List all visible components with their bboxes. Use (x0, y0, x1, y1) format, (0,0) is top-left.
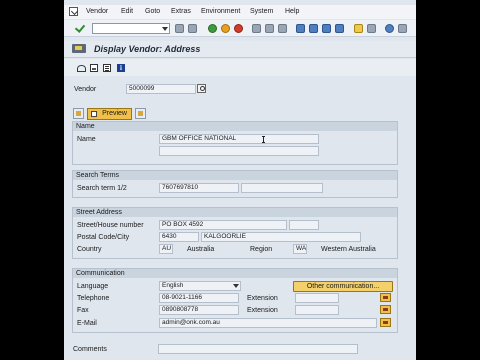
region-code-field[interactable]: WA (293, 244, 307, 254)
menu-help[interactable]: Help (285, 8, 299, 15)
application-toolbar: i (64, 59, 416, 76)
postal-label: Postal Code/City (77, 234, 130, 241)
preview-button-label: Preview (102, 110, 127, 117)
chevron-down-icon[interactable] (161, 25, 168, 32)
print-preview-icon[interactable] (90, 64, 98, 72)
history-icon[interactable] (188, 24, 197, 33)
communication-group: Communication Language English Other com… (72, 268, 398, 333)
region-name: Western Australia (321, 246, 376, 253)
fax-label: Fax (77, 307, 89, 314)
find-icon[interactable] (265, 24, 274, 33)
language-value: English (162, 282, 184, 289)
check-icon[interactable] (75, 23, 85, 33)
save-icon[interactable] (175, 24, 184, 33)
name-group: Name Name GBM OFFICE NATIONAL (72, 121, 398, 165)
search-term2-field[interactable] (241, 183, 323, 193)
country-code-field[interactable]: AU (159, 244, 173, 254)
postal-code-field[interactable]: 6430 (159, 232, 199, 242)
chevron-down-icon[interactable] (233, 284, 239, 288)
find-next-icon[interactable] (278, 24, 287, 33)
back-icon[interactable] (208, 24, 217, 33)
menu-system[interactable]: System (250, 8, 273, 15)
menu-toggle-icon[interactable] (72, 44, 86, 53)
address-version-icon[interactable] (73, 108, 84, 119)
command-field[interactable] (92, 23, 170, 34)
menu-bar: Vendor Edit Goto Extras Environment Syst… (64, 5, 416, 19)
info-icon[interactable]: i (117, 64, 125, 72)
glasses-icon[interactable] (77, 64, 86, 72)
search-terms-header: Search Terms (73, 171, 397, 180)
telephone-field[interactable]: 08-9021-1166 (159, 293, 239, 303)
name2-field[interactable] (159, 146, 319, 156)
exit-icon[interactable] (221, 24, 230, 33)
menu-edit[interactable]: Edit (121, 8, 133, 15)
text-cursor (262, 136, 265, 143)
fax-extension-field[interactable] (295, 305, 339, 315)
fax-more-icon[interactable] (380, 305, 391, 314)
street-label: Street/House number (77, 222, 144, 229)
comments-label: Comments (73, 346, 107, 353)
vendor-label: Vendor (74, 86, 97, 93)
vendor-field[interactable]: 5000099 (126, 84, 196, 94)
telephone-extension-label: Extension (247, 295, 278, 302)
preview-icon (91, 111, 97, 117)
country-name: Australia (187, 246, 215, 253)
region-label: Region (250, 246, 273, 253)
first-page-icon[interactable] (296, 24, 305, 33)
city-field[interactable]: KALGOORLIE (201, 232, 361, 242)
fax-field[interactable]: 0890808778 (159, 305, 239, 315)
search-icon[interactable] (197, 84, 206, 93)
menu-environment[interactable]: Environment (201, 8, 240, 15)
search-terms-group: Search Terms Search term 1/2 7607697810 (72, 170, 398, 198)
language-dropdown[interactable]: English (159, 281, 241, 291)
page-title: Display Vendor: Address (94, 44, 201, 54)
search-term-label: Search term 1/2 (77, 185, 127, 192)
street-address-header: Street Address (73, 208, 397, 217)
communication-header: Communication (73, 269, 397, 278)
cancel-icon[interactable] (234, 24, 243, 33)
email-label: E-Mail (77, 320, 97, 327)
previous-page-icon[interactable] (309, 24, 318, 33)
last-page-icon[interactable] (335, 24, 344, 33)
menu-goto[interactable]: Goto (145, 8, 160, 15)
street-field[interactable]: PO BOX 4592 (159, 220, 287, 230)
other-communication-button[interactable]: Other communication... (293, 281, 393, 292)
house-number-field[interactable] (289, 220, 319, 230)
name-label: Name (77, 136, 96, 143)
international-versions-icon[interactable] (135, 108, 146, 119)
sap-app-icon[interactable] (69, 7, 78, 16)
fax-extension-label: Extension (247, 307, 278, 314)
telephone-extension-field[interactable] (295, 293, 339, 303)
email-field[interactable]: admin@onk.com.au (159, 318, 377, 328)
shortcut-icon[interactable] (367, 24, 376, 33)
print-icon[interactable] (252, 24, 261, 33)
country-label: Country (77, 246, 102, 253)
next-page-icon[interactable] (322, 24, 331, 33)
menu-extras[interactable]: Extras (171, 8, 191, 15)
search-term1-field[interactable]: 7607697810 (159, 183, 239, 193)
name-field[interactable]: GBM OFFICE NATIONAL (159, 134, 319, 144)
layout-icon[interactable] (398, 24, 407, 33)
telephone-more-icon[interactable] (380, 293, 391, 302)
help-icon[interactable] (385, 24, 394, 33)
sap-screen: Vendor Edit Goto Extras Environment Syst… (64, 0, 416, 360)
street-address-group: Street Address Street/House number PO BO… (72, 207, 398, 259)
new-session-icon[interactable] (354, 24, 363, 33)
name-group-header: Name (73, 122, 397, 131)
system-toolbar (64, 20, 416, 37)
menu-vendor[interactable]: Vendor (86, 8, 108, 15)
preview-button[interactable]: Preview (87, 108, 132, 120)
comments-field[interactable] (158, 344, 358, 354)
document-icon[interactable] (103, 64, 111, 72)
title-bar: Display Vendor: Address (64, 41, 416, 58)
email-more-icon[interactable] (380, 318, 391, 327)
language-label: Language (77, 283, 109, 290)
telephone-label: Telephone (77, 295, 110, 302)
